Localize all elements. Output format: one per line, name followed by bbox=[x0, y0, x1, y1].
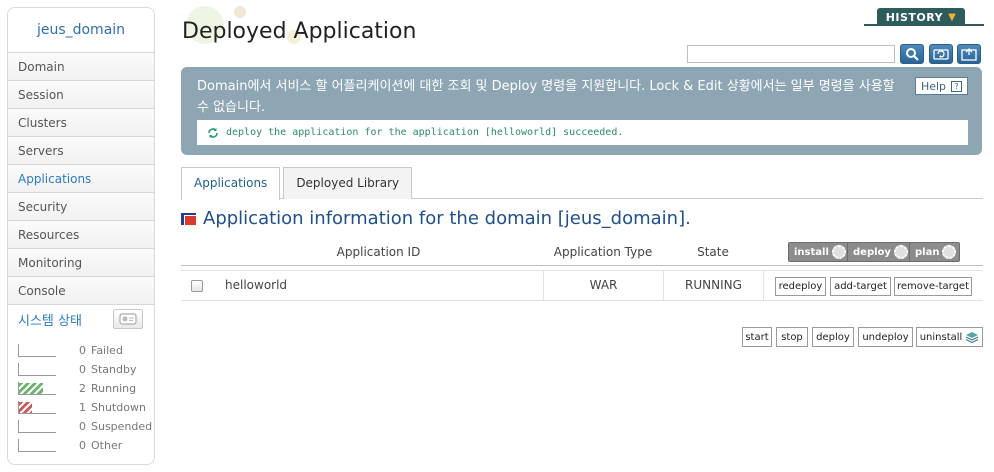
info-description: Domain에서 서비스 할 어플리케이션에 대한 조회 및 Deploy 명령… bbox=[197, 79, 895, 115]
install-button[interactable]: install bbox=[788, 242, 850, 262]
install-label: install bbox=[794, 246, 829, 258]
sidebar-item-console[interactable]: Console bbox=[8, 277, 154, 305]
section-header: Application information for the domain [… bbox=[181, 208, 691, 229]
sidebar-item-resources[interactable]: Resources bbox=[8, 221, 154, 249]
status-row-standby: 0 Standby bbox=[18, 360, 154, 379]
status-bar bbox=[18, 401, 56, 414]
uninstall-label: uninstall bbox=[919, 331, 963, 343]
tab-applications[interactable]: Applications bbox=[181, 167, 281, 200]
status-label: Shutdown bbox=[91, 401, 146, 414]
sidebar: jeus_domain Domain Session Clusters Serv… bbox=[7, 7, 155, 465]
help-button[interactable]: Help ? bbox=[915, 77, 968, 95]
plan-button[interactable]: plan bbox=[909, 242, 961, 262]
status-row-shutdown: 1 Shutdown bbox=[18, 398, 154, 417]
status-row-suspended: 0 Suspended bbox=[18, 417, 154, 436]
refresh-icon bbox=[933, 49, 949, 60]
column-state: State bbox=[697, 245, 729, 259]
sidebar-item-security[interactable]: Security bbox=[8, 193, 154, 221]
sidebar-item-applications[interactable]: Applications bbox=[8, 165, 154, 193]
add-target-button[interactable]: add-target bbox=[830, 277, 891, 296]
tab-deployed-library[interactable]: Deployed Library bbox=[283, 167, 413, 199]
status-label: Failed bbox=[91, 344, 123, 357]
gear-icon bbox=[831, 245, 846, 259]
column-application-type: Application Type bbox=[553, 245, 653, 259]
sync-icon bbox=[208, 127, 218, 138]
status-count: 0 bbox=[79, 344, 86, 357]
tab-bar: Applications Deployed Library bbox=[181, 167, 413, 200]
question-icon: ? bbox=[951, 80, 963, 92]
monitor-icon bbox=[119, 313, 137, 325]
sidebar-item-domain[interactable]: Domain bbox=[8, 53, 154, 81]
plan-label: plan bbox=[915, 246, 940, 258]
status-count: 0 bbox=[79, 439, 86, 452]
status-message-text: deploy the application for the applicati… bbox=[226, 127, 624, 138]
redeploy-button[interactable]: redeploy bbox=[775, 277, 826, 296]
deploy-button[interactable]: deploy bbox=[812, 327, 854, 347]
gear-icon bbox=[893, 245, 908, 259]
sidebar-item-session[interactable]: Session bbox=[8, 81, 154, 109]
status-label: Standby bbox=[91, 363, 137, 376]
gear-icon bbox=[942, 245, 957, 259]
row-checkbox[interactable] bbox=[191, 280, 203, 292]
sidebar-item-clusters[interactable]: Clusters bbox=[8, 109, 154, 137]
status-message: deploy the application for the applicati… bbox=[197, 120, 968, 145]
application-type-cell: WAR bbox=[543, 271, 663, 300]
info-panel: Domain에서 서비스 할 어플리케이션에 대한 조회 및 Deploy 명령… bbox=[181, 67, 982, 155]
status-label: Other bbox=[91, 439, 123, 452]
history-label: HISTORY bbox=[885, 10, 944, 24]
export-button[interactable] bbox=[957, 44, 981, 64]
status-count: 1 bbox=[79, 401, 86, 414]
stack-icon bbox=[966, 332, 979, 343]
domain-header[interactable]: jeus_domain bbox=[8, 8, 154, 53]
stop-button[interactable]: stop bbox=[776, 327, 808, 347]
system-status-list: 0 Failed 0 Standby 2 Running 1 Shutdown … bbox=[8, 333, 154, 464]
history-button[interactable]: HISTORY ▼ bbox=[877, 8, 965, 26]
status-row-running: 2 Running bbox=[18, 379, 154, 398]
column-application-id: Application ID bbox=[336, 245, 421, 259]
remove-target-button[interactable]: remove-target bbox=[894, 277, 972, 296]
status-bar bbox=[18, 344, 56, 357]
search-input[interactable] bbox=[687, 45, 895, 63]
status-bar bbox=[18, 363, 56, 376]
start-button[interactable]: start bbox=[742, 327, 772, 347]
status-label: Running bbox=[91, 382, 137, 395]
system-status-button[interactable] bbox=[113, 309, 143, 329]
sidebar-item-servers[interactable]: Servers bbox=[8, 137, 154, 165]
refresh-button[interactable] bbox=[929, 44, 953, 64]
system-status-header: 시스템 상태 bbox=[8, 305, 154, 333]
export-icon bbox=[961, 48, 977, 61]
page-title: Deployed Application bbox=[182, 19, 417, 44]
status-bar bbox=[18, 420, 56, 433]
status-count: 0 bbox=[79, 363, 86, 376]
search-button[interactable] bbox=[900, 44, 924, 64]
status-count: 2 bbox=[79, 382, 86, 395]
search-icon bbox=[906, 48, 919, 61]
status-label: Suspended bbox=[91, 420, 153, 433]
status-bar bbox=[18, 439, 56, 452]
status-bar bbox=[18, 382, 56, 395]
deploy-header-button[interactable]: deploy bbox=[847, 242, 912, 262]
table-row: helloworld WAR RUNNING redeploy add-targ… bbox=[181, 270, 983, 301]
help-label: Help bbox=[920, 79, 947, 93]
status-row-failed: 0 Failed bbox=[18, 341, 154, 360]
table-header: Application ID Application Type State in… bbox=[181, 239, 983, 266]
flag-icon bbox=[181, 212, 196, 225]
status-row-other: 0 Other bbox=[18, 436, 154, 455]
uninstall-button[interactable]: uninstall bbox=[916, 327, 983, 347]
section-title: Application information for the domain [… bbox=[203, 208, 691, 229]
chevron-down-icon: ▼ bbox=[948, 11, 957, 23]
undeploy-button[interactable]: undeploy bbox=[858, 327, 913, 347]
domain-name: jeus_domain bbox=[36, 22, 126, 38]
sidebar-item-monitoring[interactable]: Monitoring bbox=[8, 249, 154, 277]
state-cell: RUNNING bbox=[663, 271, 763, 300]
deploy-header-label: deploy bbox=[853, 246, 891, 258]
system-status-title: 시스템 상태 bbox=[18, 313, 82, 329]
application-id-cell: helloworld bbox=[225, 278, 288, 292]
decor-circle bbox=[234, 6, 246, 18]
status-count: 0 bbox=[79, 420, 86, 433]
